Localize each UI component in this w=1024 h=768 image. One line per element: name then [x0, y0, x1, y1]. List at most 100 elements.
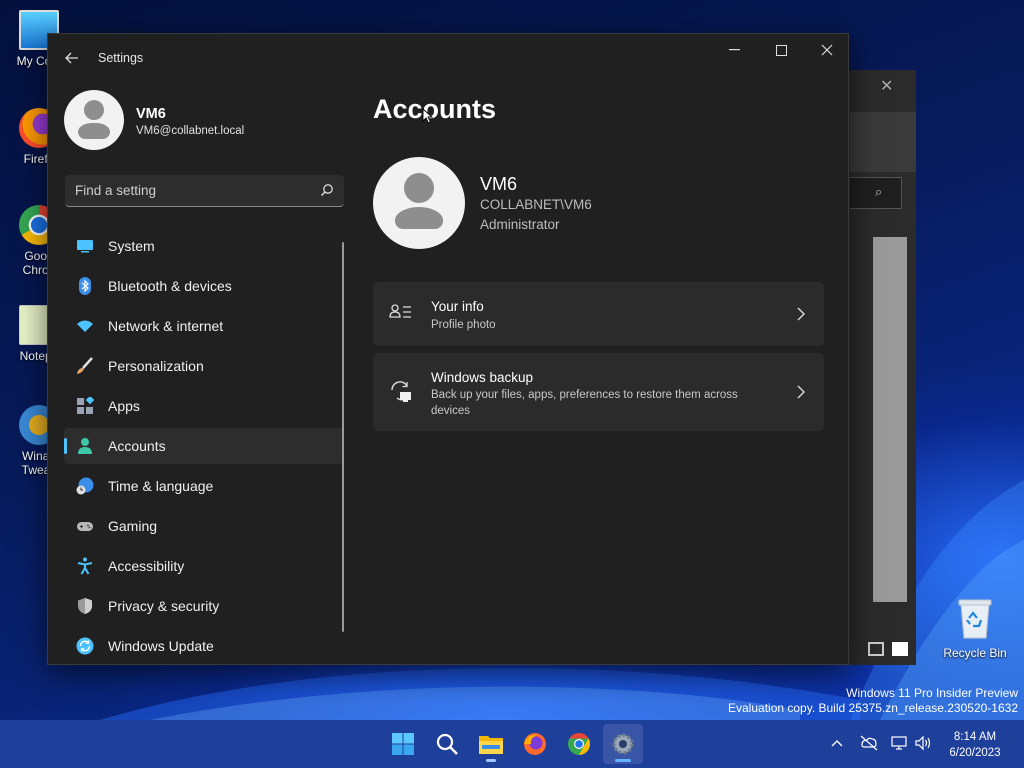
- recycle-bin-icon: [958, 599, 992, 639]
- sidebar-item-time-language[interactable]: Time & language: [64, 468, 344, 504]
- chevron-right-icon: [797, 385, 805, 399]
- close-icon[interactable]: ✕: [880, 76, 893, 96]
- system-icon: [77, 240, 93, 253]
- card-title: Windows backup: [431, 370, 534, 385]
- sidebar-scrollbar[interactable]: [342, 242, 344, 632]
- maximize-icon: [775, 44, 787, 56]
- card-title: Your info: [431, 299, 484, 314]
- sidebar-item-label: Privacy & security: [108, 598, 220, 614]
- clock-date: 6/20/2023: [949, 747, 1001, 759]
- firefox-icon: [524, 733, 546, 755]
- accounts-icon: [78, 438, 92, 454]
- desktop-icon-recycle-bin[interactable]: Recycle Bin: [940, 596, 1010, 660]
- sidebar-item-bluetooth-devices[interactable]: Bluetooth & devices: [64, 268, 344, 304]
- sidebar-item-gaming[interactable]: Gaming: [64, 508, 344, 544]
- watermark-line-1: Windows 11 Pro Insider Preview: [846, 686, 1018, 700]
- chevron-right-icon: [797, 307, 805, 321]
- find-setting-search[interactable]: [65, 175, 344, 207]
- network-status-button[interactable]: [859, 733, 879, 753]
- page-title: Accounts: [373, 94, 497, 124]
- os-watermark: Windows 11 Pro Insider Preview Evaluatio…: [728, 686, 1018, 716]
- wifi-icon: [77, 320, 93, 332]
- taskbar-clock[interactable]: 8:14 AM 6/20/2023: [930, 729, 1020, 761]
- taskbar-file-explorer[interactable]: [471, 724, 511, 764]
- back-button[interactable]: [60, 46, 84, 70]
- your-info-icon: [389, 304, 411, 318]
- accessibility-icon: [77, 557, 93, 575]
- card-subtitle: Profile photo: [431, 319, 496, 331]
- sidebar-item-label: Bluetooth & devices: [108, 278, 232, 294]
- your-info-card[interactable]: Your info Profile photo: [373, 282, 824, 346]
- sidebar-item-label: Accessibility: [108, 558, 185, 574]
- large-icons-view-icon[interactable]: [892, 642, 908, 656]
- sidebar-item-label: System: [108, 238, 155, 254]
- sidebar-item-personalization[interactable]: Personalization: [64, 348, 344, 384]
- taskbar-chrome[interactable]: [559, 724, 599, 764]
- account-domain: COLLABNET\VM6: [480, 197, 592, 212]
- search-input[interactable]: [75, 183, 305, 198]
- gamepad-icon: [77, 522, 93, 531]
- clock-globe-icon: [76, 477, 94, 495]
- close-icon: [821, 44, 833, 56]
- details-view-icon[interactable]: [868, 642, 884, 656]
- sidebar-item-apps[interactable]: Apps: [64, 388, 344, 424]
- app-title: Settings: [98, 51, 144, 65]
- taskbar-firefox[interactable]: [515, 724, 555, 764]
- display-button[interactable]: [890, 733, 910, 753]
- sidebar-item-label: Network & internet: [108, 318, 224, 334]
- settings-window[interactable]: Settings VM6 VM6@collabnet.local Find a …: [47, 33, 849, 665]
- file-explorer-icon: [479, 736, 503, 754]
- watermark-line-2: Evaluation copy. Build 25375.zn_release.…: [728, 701, 1018, 715]
- profile-avatar: [64, 90, 124, 150]
- update-icon: [76, 637, 94, 655]
- profile-email: VM6@collabnet.local: [136, 125, 245, 137]
- recycle-bin-label: Recycle Bin: [943, 646, 1007, 660]
- close-button[interactable]: [804, 34, 848, 66]
- account-name: VM6: [480, 174, 518, 194]
- bluetooth-icon: [79, 277, 91, 295]
- search-icon[interactable]: [320, 183, 334, 197]
- taskbar-settings[interactable]: [603, 724, 643, 764]
- windows-backup-card[interactable]: Windows backup Back up your files, apps,…: [373, 353, 824, 431]
- settings-icon: [612, 733, 634, 755]
- shield-icon: [78, 598, 92, 614]
- start-icon: [392, 733, 414, 755]
- start-button[interactable]: [383, 724, 423, 764]
- taskbar-search-button[interactable]: [427, 724, 467, 764]
- profile-name: VM6: [136, 106, 166, 122]
- sidebar-item-network-internet[interactable]: Network & internet: [64, 308, 344, 344]
- card-subtitle: Back up your files, apps, preferences to…: [431, 389, 738, 417]
- sidebar-item-label: Time & language: [108, 478, 214, 494]
- chrome-icon: [568, 733, 590, 755]
- sidebar-item-label: Personalization: [108, 358, 204, 374]
- apps-icon: [77, 397, 94, 414]
- sidebar-item-windows-update[interactable]: Windows Update: [64, 628, 344, 664]
- account-role: Administrator: [480, 217, 560, 232]
- running-indicator: [486, 759, 496, 762]
- show-hidden-icons-button[interactable]: [827, 733, 847, 753]
- search-icon: [436, 733, 458, 755]
- mouse-cursor-icon: [422, 108, 434, 124]
- sidebar-item-accessibility[interactable]: Accessibility: [64, 548, 344, 584]
- backup-icon: [391, 381, 411, 402]
- sidebar-item-label: Apps: [108, 398, 140, 414]
- maximize-button[interactable]: [758, 34, 804, 66]
- brush-icon: [77, 357, 93, 374]
- display-icon: [891, 736, 907, 750]
- taskbar: 8:14 AM 6/20/2023: [0, 720, 1024, 768]
- minimize-button[interactable]: [712, 34, 758, 66]
- sidebar-item-privacy-security[interactable]: Privacy & security: [64, 588, 344, 624]
- active-indicator: [615, 759, 631, 762]
- search-icon[interactable]: ⌕: [875, 184, 889, 199]
- minimize-icon: [729, 49, 740, 51]
- title-bar[interactable]: Settings: [48, 34, 848, 82]
- background-window-toolbar: [850, 112, 916, 172]
- back-arrow-icon: [65, 52, 78, 64]
- sidebar-nav: System Bluetooth & devices Network & int…: [64, 228, 344, 664]
- sidebar-item-label: Windows Update: [108, 638, 214, 654]
- clock-time: 8:14 AM: [953, 731, 997, 743]
- background-window-scrollbar[interactable]: [873, 237, 907, 602]
- sidebar-item-system[interactable]: System: [64, 228, 344, 264]
- sidebar-item-accounts[interactable]: Accounts: [64, 428, 344, 464]
- network-off-icon: [860, 735, 878, 751]
